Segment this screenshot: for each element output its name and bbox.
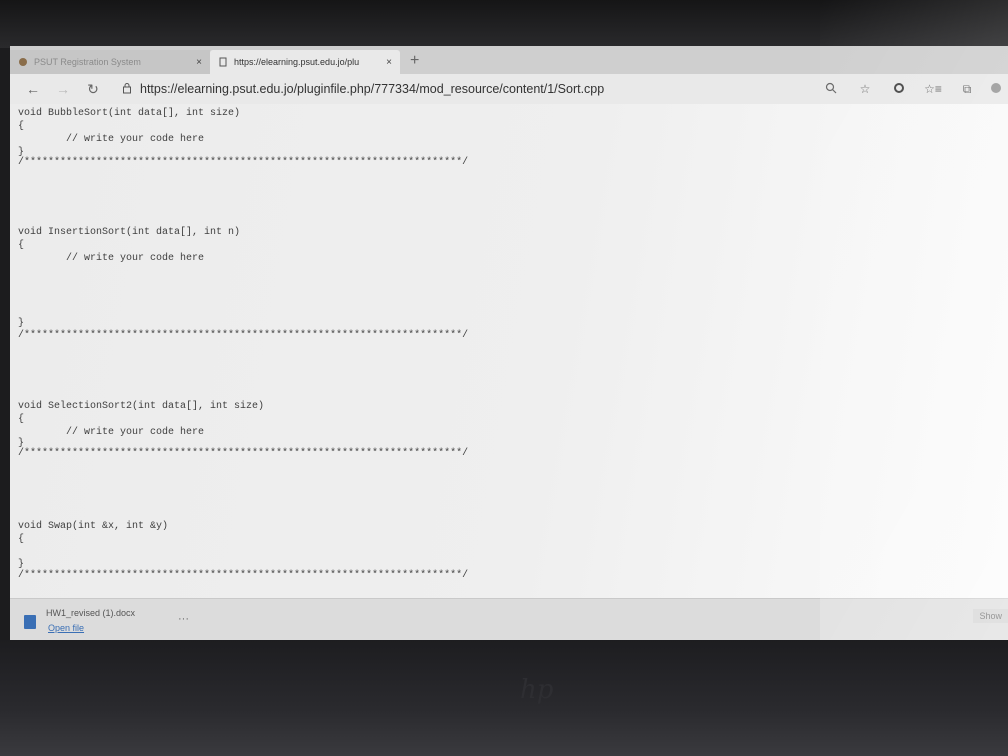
forward-icon[interactable]: →	[48, 81, 78, 97]
lock-icon	[122, 82, 132, 97]
refresh-icon[interactable]: ↻	[78, 81, 108, 98]
tab-title: PSUT Registration System	[34, 57, 141, 67]
swap-signature: void Swap(int &x, int &y)	[18, 521, 169, 532]
favorites-list-icon[interactable]: ☆≡	[916, 82, 950, 96]
bubble-sort-signature: void BubbleSort(int data[], int size)	[18, 108, 241, 119]
tab-psut-registration[interactable]: PSUT Registration System ×	[10, 50, 210, 74]
extension-circle-icon[interactable]	[882, 82, 916, 97]
code-brace: {	[18, 240, 25, 251]
code-comment: // write your code here	[18, 134, 205, 145]
tab-close-icon[interactable]: ×	[196, 57, 202, 68]
show-all-button[interactable]: Show	[973, 609, 1008, 623]
open-file-link[interactable]: Open file	[48, 623, 84, 633]
separator-line: /***************************************…	[18, 330, 469, 341]
separator-line: /***************************************…	[18, 157, 469, 168]
profile-avatar-icon[interactable]	[984, 82, 1008, 97]
back-icon[interactable]: ←	[18, 81, 48, 97]
tab-title: https://elearning.psut.edu.jo/plu	[234, 57, 360, 67]
code-brace: {	[18, 121, 25, 132]
tab-sort-cpp[interactable]: https://elearning.psut.edu.jo/plu ×	[210, 50, 400, 74]
code-brace: }	[18, 318, 25, 329]
code-brace: }	[18, 559, 25, 570]
collections-icon[interactable]: ⧉	[950, 82, 984, 97]
browser-window: PSUT Registration System × https://elear…	[10, 46, 1008, 640]
address-url[interactable]: https://elearning.psut.edu.jo/pluginfile…	[140, 82, 814, 96]
insertion-sort-signature: void InsertionSort(int data[], int n)	[18, 227, 241, 238]
code-brace: {	[18, 414, 25, 425]
page-content: void BubbleSort(int data[], int size) { …	[10, 104, 1008, 598]
separator-line: /***************************************…	[18, 448, 469, 459]
code-comment: // write your code here	[18, 427, 205, 438]
more-options-icon[interactable]: ···	[178, 613, 189, 625]
zoom-icon[interactable]	[814, 82, 848, 97]
download-bar: HW1_revised (1).docx Open file ··· Show	[10, 598, 1008, 640]
separator-line: /***************************************…	[18, 570, 469, 581]
code-brace: {	[18, 534, 25, 545]
laptop-body	[0, 640, 1008, 756]
page-favicon-icon	[218, 57, 228, 67]
monitor-bezel-top	[0, 0, 1008, 48]
code-comment: // write your code here	[18, 253, 205, 264]
psut-favicon-icon	[18, 57, 28, 67]
address-bar-row: ← → ↻ https://elearning.psut.edu.jo/plug…	[10, 74, 1008, 104]
new-tab-button[interactable]: +	[400, 52, 429, 74]
selection-sort-signature: void SelectionSort2(int data[], int size…	[18, 401, 265, 412]
tab-close-icon[interactable]: ×	[386, 57, 392, 68]
download-filename[interactable]: HW1_revised (1).docx	[46, 608, 135, 618]
favorite-star-icon[interactable]: ☆	[848, 82, 882, 96]
word-document-icon	[24, 615, 36, 629]
hp-logo: hp	[520, 675, 554, 705]
tab-strip: PSUT Registration System × https://elear…	[10, 46, 1008, 74]
